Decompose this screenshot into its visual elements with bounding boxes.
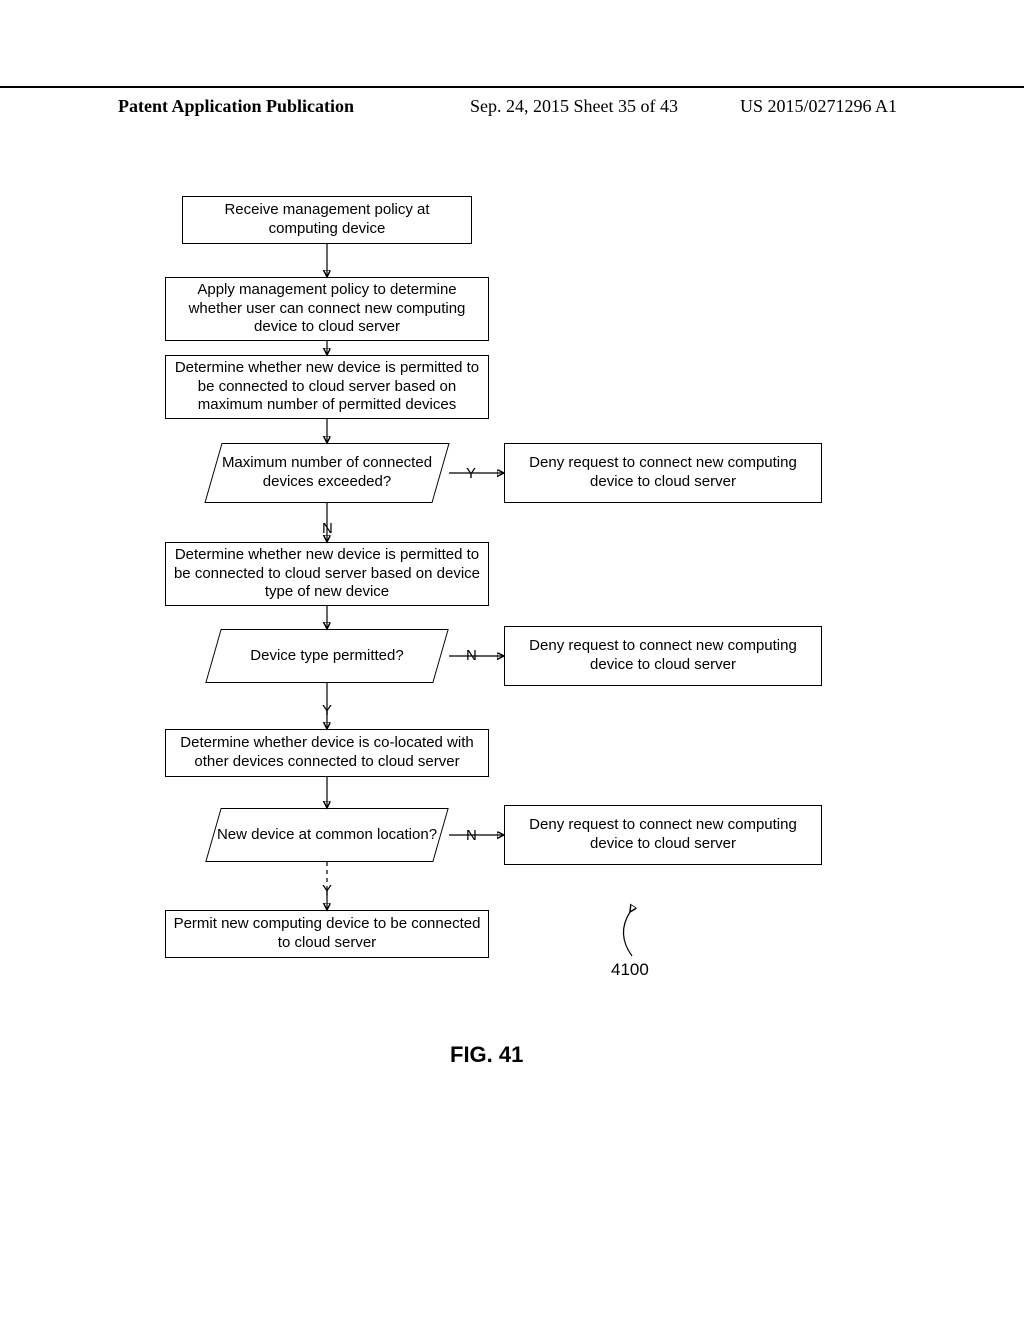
step-receive-policy: Receive management policy at computing d…: [182, 196, 472, 244]
decision-type-permitted: Device type permitted?: [213, 629, 441, 683]
step-check-colocated: Determine whether device is co-located w…: [165, 729, 489, 777]
header-left: Patent Application Publication: [118, 96, 354, 117]
deny-max-exceeded: Deny request to connect new computing de…: [504, 443, 822, 503]
label-n-1: N: [322, 520, 333, 537]
decision-common-location: New device at common location?: [213, 808, 441, 862]
label-y-2: Y: [322, 702, 332, 719]
step-check-device-type: Determine whether new device is permitte…: [165, 542, 489, 606]
decision-common-location-text: New device at common location?: [217, 826, 437, 845]
deny-location: Deny request to connect new computing de…: [504, 805, 822, 865]
step-permit-device: Permit new computing device to be connec…: [165, 910, 489, 958]
decision-max-exceeded-text: Maximum number of connected devices exce…: [213, 454, 441, 492]
decision-max-exceeded: Maximum number of connected devices exce…: [213, 443, 441, 503]
label-n-2: N: [466, 647, 477, 664]
step-apply-policy: Apply management policy to determine whe…: [165, 277, 489, 341]
page-header: Patent Application Publication Sep. 24, …: [0, 86, 1024, 92]
step-check-max-devices: Determine whether new device is permitte…: [165, 355, 489, 419]
page: Patent Application Publication Sep. 24, …: [0, 0, 1024, 1320]
figure-label: FIG. 41: [450, 1042, 523, 1068]
header-center: Sep. 24, 2015 Sheet 35 of 43: [470, 96, 678, 117]
label-n-3: N: [466, 827, 477, 844]
label-y-3: Y: [322, 882, 332, 899]
decision-type-permitted-text: Device type permitted?: [250, 647, 403, 666]
deny-device-type: Deny request to connect new computing de…: [504, 626, 822, 686]
ref-number: 4100: [611, 960, 649, 980]
label-y-1: Y: [466, 465, 476, 482]
header-right: US 2015/0271296 A1: [740, 96, 897, 117]
